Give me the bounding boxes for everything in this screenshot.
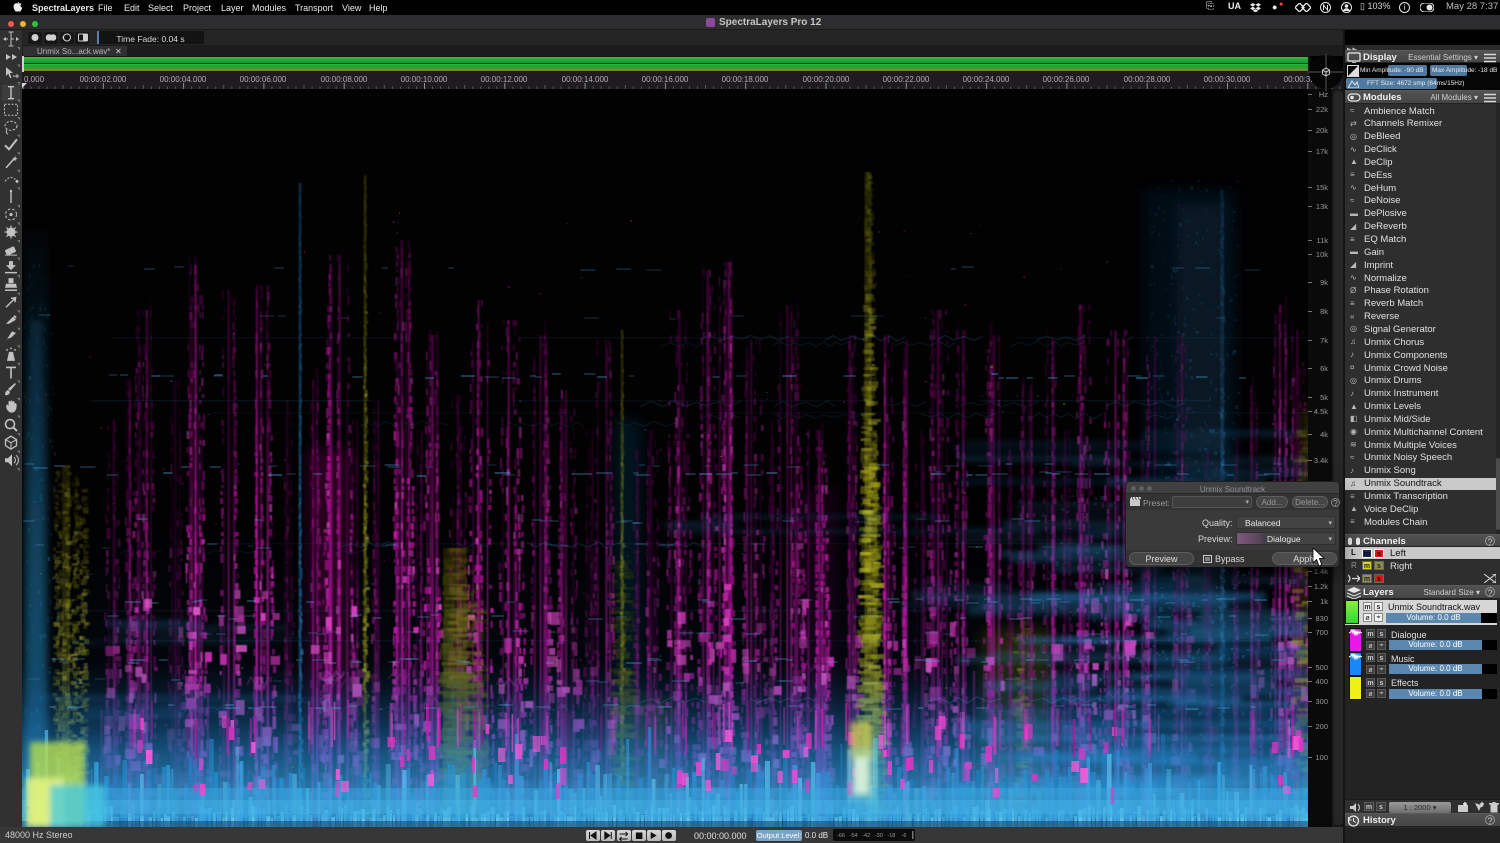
svg-text:00:00:02.000: 00:00:02.000 <box>80 75 127 84</box>
svg-text:20k: 20k <box>1316 126 1328 135</box>
svg-text:8k: 8k <box>1320 307 1328 316</box>
svg-text:-66: -66 <box>837 833 845 839</box>
svg-text:00:00:22.000: 00:00:22.000 <box>883 75 930 84</box>
svg-text:4.5k: 4.5k <box>1314 407 1328 416</box>
svg-text:7k: 7k <box>1320 336 1328 345</box>
svg-text:9k: 9k <box>1320 278 1328 287</box>
svg-text:-30: -30 <box>875 833 883 839</box>
svg-text:i: i <box>1404 3 1406 12</box>
svg-text:00:00:16.000: 00:00:16.000 <box>642 75 689 84</box>
svg-text:10k: 10k <box>1316 250 1328 259</box>
svg-text:17k: 17k <box>1316 147 1328 156</box>
svg-text:00:00:08.000: 00:00:08.000 <box>321 75 368 84</box>
svg-text:100: 100 <box>1315 753 1328 762</box>
svg-text:5k: 5k <box>1320 393 1328 402</box>
svg-text:-18: -18 <box>887 833 895 839</box>
svg-text:13k: 13k <box>1316 202 1328 211</box>
svg-text:3.4k: 3.4k <box>1314 456 1328 465</box>
svg-text:00:00:12.000: 00:00:12.000 <box>481 75 528 84</box>
svg-text:-54: -54 <box>850 833 858 839</box>
svg-text:500: 500 <box>1315 663 1328 672</box>
svg-text:00:00:04.000: 00:00:04.000 <box>160 75 207 84</box>
svg-text:00:00:26.000: 00:00:26.000 <box>1043 75 1090 84</box>
svg-text:1k: 1k <box>1320 597 1328 606</box>
svg-text:00:00:18.000: 00:00:18.000 <box>722 75 769 84</box>
svg-text:1.2k: 1.2k <box>1314 582 1328 591</box>
svg-text:830: 830 <box>1315 614 1328 623</box>
svg-text:00:00:10.000: 00:00:10.000 <box>401 75 448 84</box>
svg-text:00:00:20.000: 00:00:20.000 <box>803 75 850 84</box>
svg-text:15k: 15k <box>1316 183 1328 192</box>
svg-text:4k: 4k <box>1320 430 1328 439</box>
svg-text:-42: -42 <box>862 833 870 839</box>
svg-text:00:00:06.000: 00:00:06.000 <box>240 75 287 84</box>
svg-text:11k: 11k <box>1316 236 1328 245</box>
svg-text:-6: -6 <box>902 833 907 839</box>
svg-text:6k: 6k <box>1320 364 1328 373</box>
svg-text:200: 200 <box>1315 722 1328 731</box>
svg-text:400: 400 <box>1315 677 1328 686</box>
svg-text:00:00:24.000: 00:00:24.000 <box>963 75 1010 84</box>
svg-text:00:00:30.000: 00:00:30.000 <box>1204 75 1251 84</box>
svg-text:1.4k: 1.4k <box>1314 567 1328 576</box>
svg-text:300: 300 <box>1315 697 1328 706</box>
svg-text:00:00:28.000: 00:00:28.000 <box>1124 75 1171 84</box>
svg-text:0.000: 0.000 <box>24 75 45 84</box>
svg-text:700: 700 <box>1315 628 1328 637</box>
svg-text:22k: 22k <box>1316 105 1328 114</box>
svg-text:00:00:14.000: 00:00:14.000 <box>562 75 609 84</box>
